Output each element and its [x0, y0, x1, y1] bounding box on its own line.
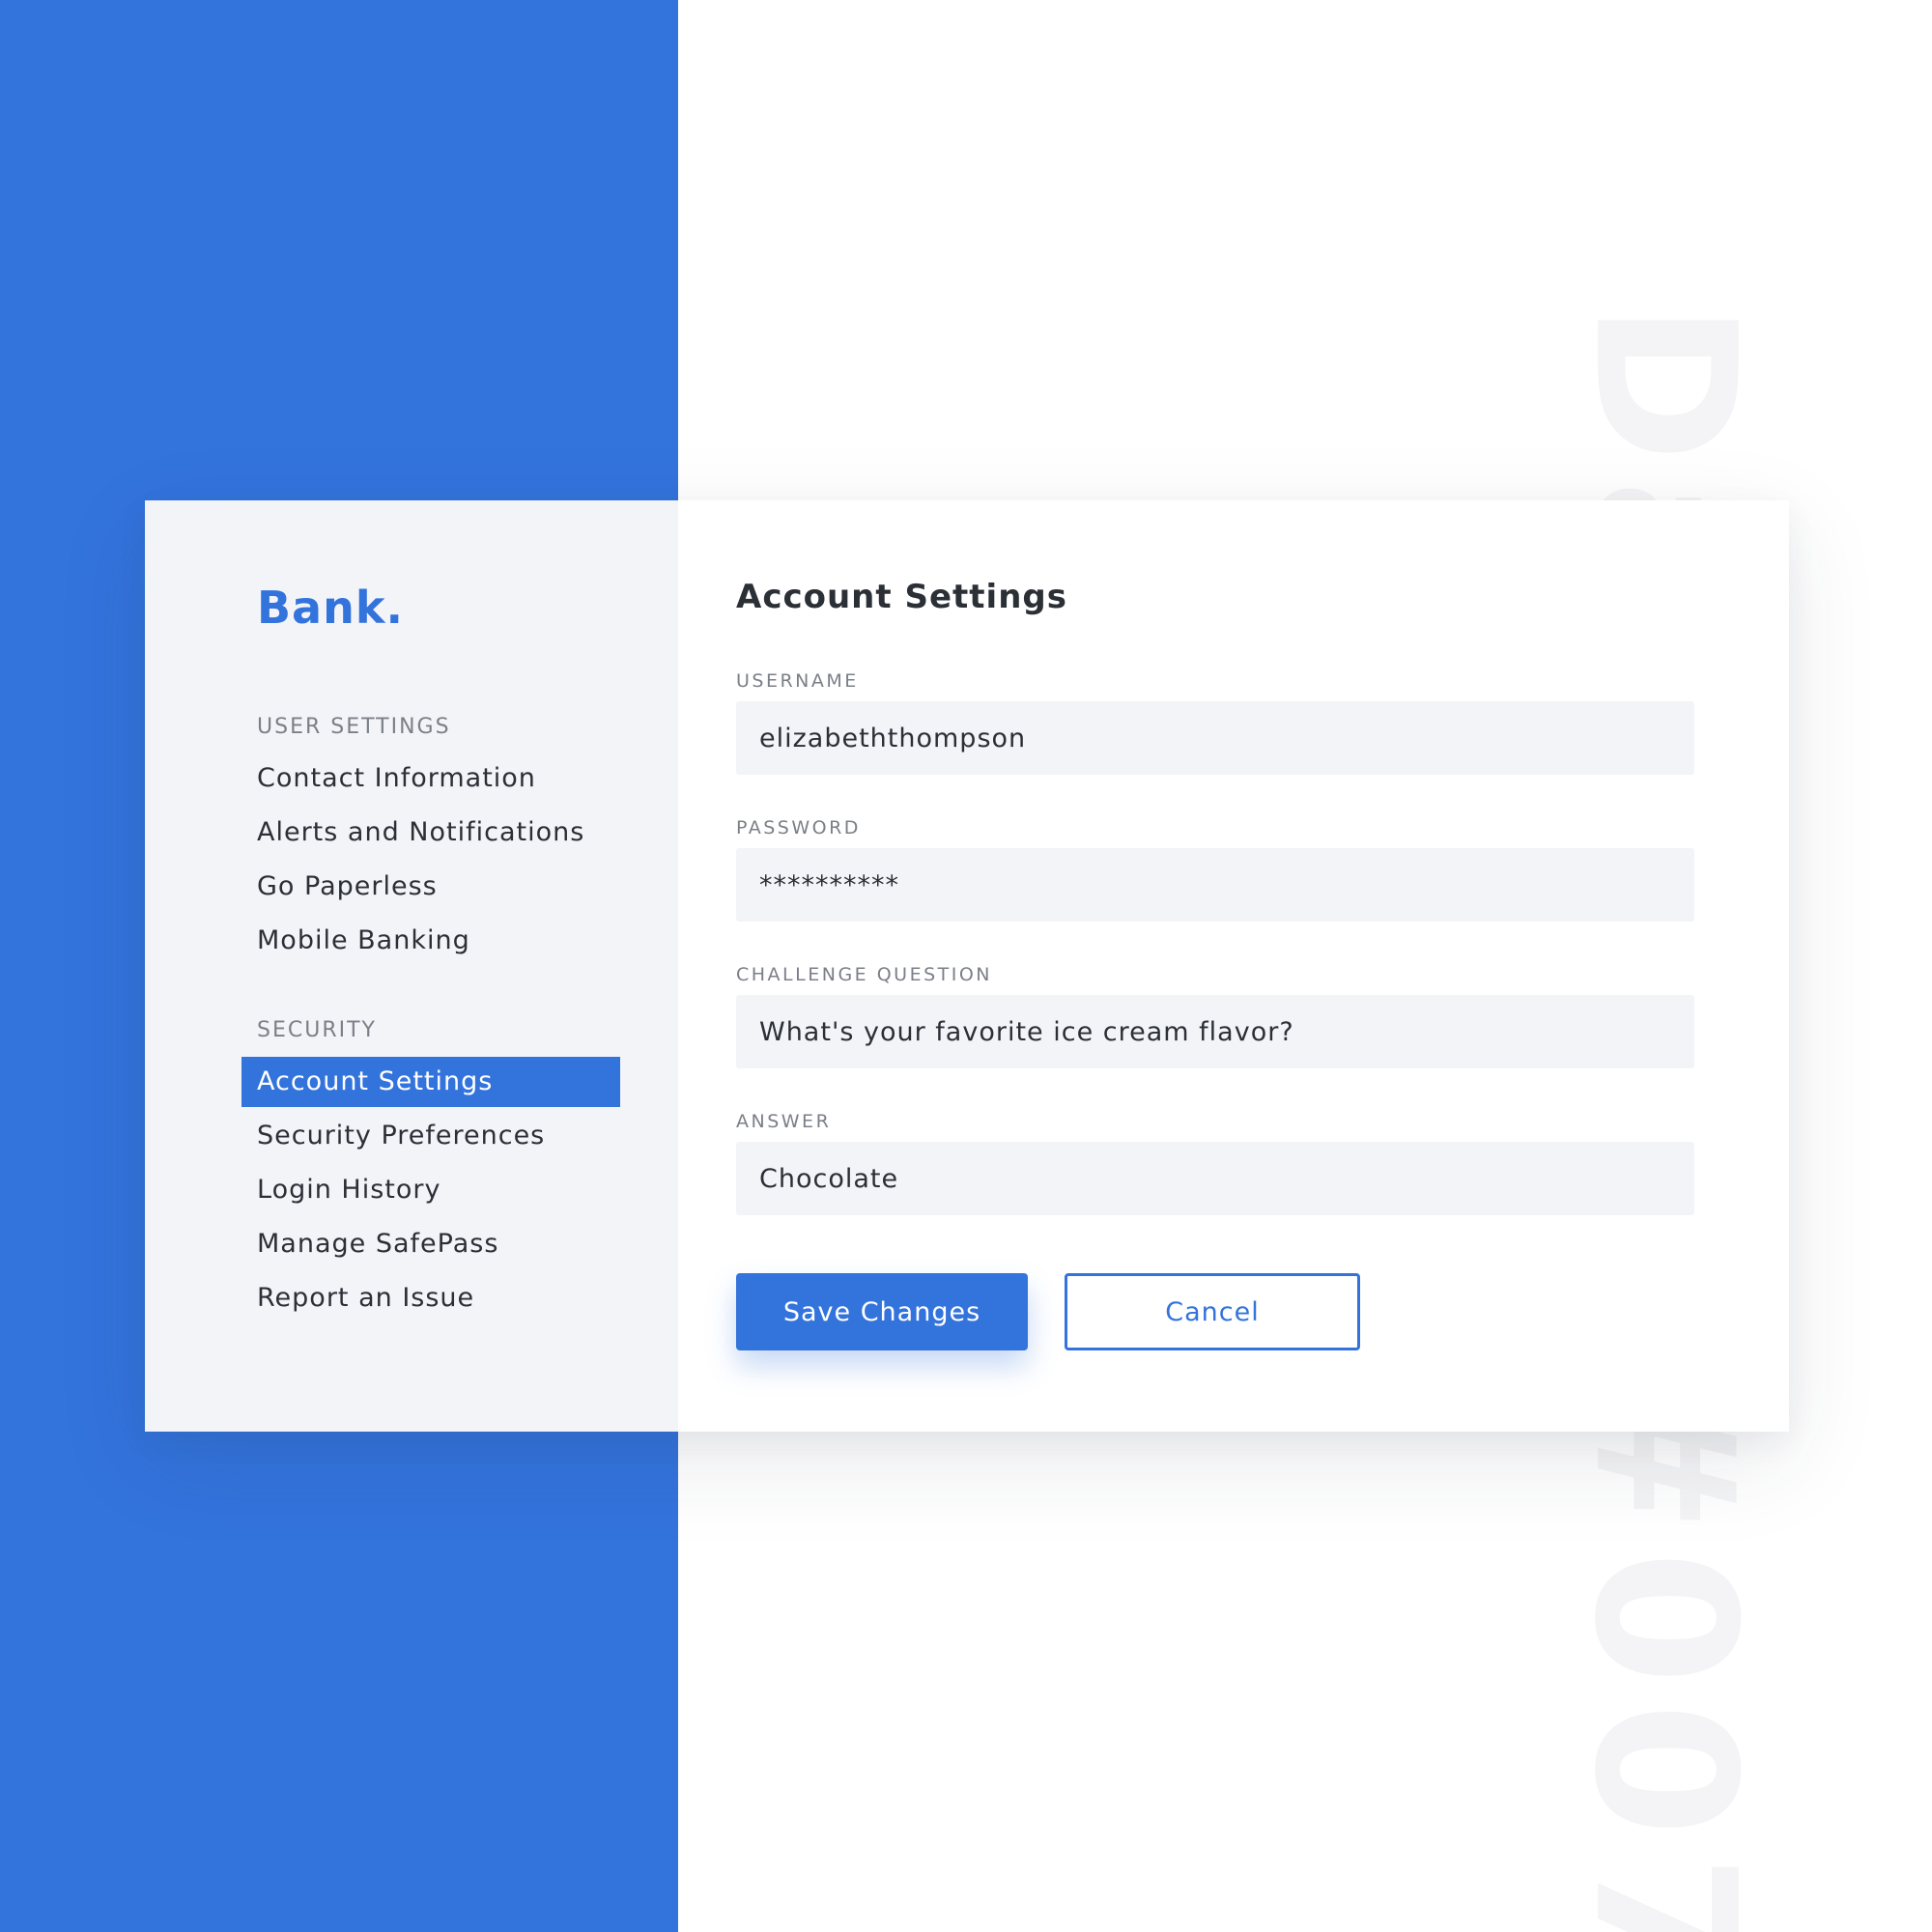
username-label: USERNAME [736, 670, 859, 692]
brand-logo[interactable]: Bank. [257, 582, 404, 634]
sidebar-item-report-issue[interactable]: Report an Issue [242, 1273, 620, 1323]
answer-label: ANSWER [736, 1111, 832, 1132]
sidebar-item-account-settings[interactable]: Account Settings [242, 1057, 620, 1107]
sidebar-section-security: SECURITY [257, 1018, 377, 1042]
sidebar-item-go-paperless[interactable]: Go Paperless [242, 862, 620, 912]
sidebar-item-contact-information[interactable]: Contact Information [242, 753, 620, 804]
challenge-question-label: CHALLENGE QUESTION [736, 964, 993, 985]
sidebar: Bank. USER SETTINGS Contact Information … [145, 500, 678, 1432]
password-field[interactable] [736, 848, 1694, 922]
sidebar-item-login-history[interactable]: Login History [242, 1165, 620, 1215]
password-label: PASSWORD [736, 817, 861, 838]
challenge-question-field[interactable] [736, 995, 1694, 1068]
settings-card: Bank. USER SETTINGS Contact Information … [145, 500, 1789, 1432]
answer-field[interactable] [736, 1142, 1694, 1215]
main-content: Account Settings USERNAME PASSWORD CHALL… [678, 500, 1789, 1432]
page-title: Account Settings [736, 578, 1067, 616]
save-changes-button[interactable]: Save Changes [736, 1273, 1028, 1350]
cancel-button[interactable]: Cancel [1065, 1273, 1360, 1350]
sidebar-section-user-settings: USER SETTINGS [257, 715, 451, 739]
sidebar-item-alerts-notifications[interactable]: Alerts and Notifications [242, 808, 620, 858]
sidebar-item-security-preferences[interactable]: Security Preferences [242, 1111, 620, 1161]
username-field[interactable] [736, 701, 1694, 775]
sidebar-item-mobile-banking[interactable]: Mobile Banking [242, 916, 620, 966]
sidebar-item-manage-safepass[interactable]: Manage SafePass [242, 1219, 620, 1269]
